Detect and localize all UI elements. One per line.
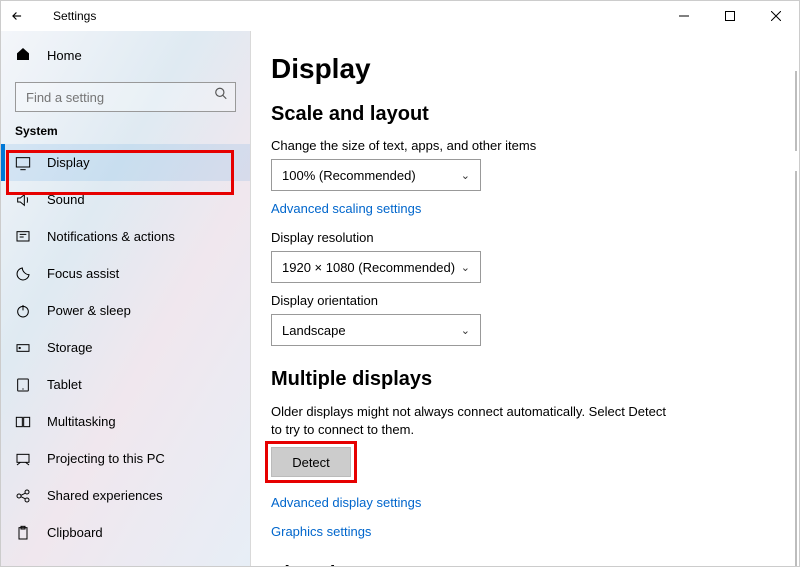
resolution-label: Display resolution bbox=[271, 230, 799, 245]
scale-combobox[interactable]: 100% (Recommended) ⌄ bbox=[271, 159, 481, 191]
sidebar-item-label: Multitasking bbox=[47, 414, 116, 429]
content: Display Scale and layout Change the size… bbox=[251, 31, 799, 566]
sidebar-item-label: Tablet bbox=[47, 377, 82, 392]
sidebar-item-label: Display bbox=[47, 155, 90, 170]
sidebar: Home System Display Sound bbox=[1, 31, 251, 566]
maximize-button[interactable] bbox=[707, 1, 753, 31]
settings-window: Settings Home System bbox=[0, 0, 800, 567]
sidebar-item-focus-assist[interactable]: Focus assist bbox=[1, 255, 250, 292]
sidebar-item-display[interactable]: Display bbox=[1, 144, 250, 181]
back-button[interactable] bbox=[1, 9, 33, 23]
sidebar-item-shared-experiences[interactable]: Shared experiences bbox=[1, 477, 250, 514]
sidebar-item-label: Shared experiences bbox=[47, 488, 163, 503]
sidebar-item-multitasking[interactable]: Multitasking bbox=[1, 403, 250, 440]
section-multiple-displays: Multiple displays bbox=[271, 368, 799, 391]
sidebar-item-sound[interactable]: Sound bbox=[1, 181, 250, 218]
sidebar-category: System bbox=[1, 116, 250, 144]
detect-button-label: Detect bbox=[292, 455, 330, 470]
section-sleep-better: Sleep better bbox=[271, 563, 799, 566]
sidebar-item-label: Projecting to this PC bbox=[47, 451, 165, 466]
sidebar-item-storage[interactable]: Storage bbox=[1, 329, 250, 366]
titlebar: Settings bbox=[1, 1, 799, 31]
home-icon bbox=[15, 46, 31, 65]
section-scale-layout: Scale and layout bbox=[271, 103, 799, 126]
sidebar-item-label: Notifications & actions bbox=[47, 229, 175, 244]
sound-icon bbox=[15, 192, 31, 208]
sidebar-item-label: Power & sleep bbox=[47, 303, 131, 318]
chevron-down-icon: ⌄ bbox=[461, 169, 470, 182]
notifications-icon bbox=[15, 229, 31, 245]
graphics-settings-link[interactable]: Graphics settings bbox=[271, 524, 371, 539]
search-icon bbox=[214, 87, 228, 104]
scrollbar-segment[interactable] bbox=[795, 171, 797, 566]
orientation-combobox[interactable]: Landscape ⌄ bbox=[271, 314, 481, 346]
advanced-display-link[interactable]: Advanced display settings bbox=[271, 495, 421, 510]
sidebar-item-label: Storage bbox=[47, 340, 93, 355]
multitasking-icon bbox=[15, 414, 31, 430]
scale-value: 100% (Recommended) bbox=[282, 168, 416, 183]
advanced-scaling-link[interactable]: Advanced scaling settings bbox=[271, 201, 421, 216]
resolution-combobox[interactable]: 1920 × 1080 (Recommended) ⌄ bbox=[271, 251, 481, 283]
page-title: Display bbox=[271, 53, 799, 85]
minimize-button[interactable] bbox=[661, 1, 707, 31]
clipboard-icon bbox=[15, 525, 31, 541]
detect-button[interactable]: Detect bbox=[271, 447, 351, 477]
search-input[interactable] bbox=[15, 82, 236, 112]
chevron-down-icon: ⌄ bbox=[461, 261, 470, 274]
sidebar-item-notifications[interactable]: Notifications & actions bbox=[1, 218, 250, 255]
multiple-displays-desc: Older displays might not always connect … bbox=[271, 403, 671, 439]
chevron-down-icon: ⌄ bbox=[461, 324, 470, 337]
sidebar-home-label: Home bbox=[47, 48, 82, 63]
sidebar-item-tablet[interactable]: Tablet bbox=[1, 366, 250, 403]
display-icon bbox=[15, 155, 31, 171]
storage-icon bbox=[15, 340, 31, 356]
sidebar-item-projecting[interactable]: Projecting to this PC bbox=[1, 440, 250, 477]
power-icon bbox=[15, 303, 31, 319]
sidebar-item-clipboard[interactable]: Clipboard bbox=[1, 514, 250, 551]
focus-assist-icon bbox=[15, 266, 31, 282]
tablet-icon bbox=[15, 377, 31, 393]
sidebar-item-label: Focus assist bbox=[47, 266, 119, 281]
sidebar-item-power-sleep[interactable]: Power & sleep bbox=[1, 292, 250, 329]
close-button[interactable] bbox=[753, 1, 799, 31]
window-title: Settings bbox=[53, 9, 96, 23]
orientation-value: Landscape bbox=[282, 323, 346, 338]
sidebar-item-label: Clipboard bbox=[47, 525, 103, 540]
sidebar-home[interactable]: Home bbox=[1, 37, 250, 74]
sidebar-nav: Display Sound Notifications & actions Fo… bbox=[1, 144, 250, 566]
search-row bbox=[1, 74, 250, 116]
scrollbar-segment[interactable] bbox=[795, 71, 797, 151]
projecting-icon bbox=[15, 451, 31, 467]
orientation-label: Display orientation bbox=[271, 293, 799, 308]
shared-icon bbox=[15, 488, 31, 504]
resolution-value: 1920 × 1080 (Recommended) bbox=[282, 260, 455, 275]
scale-label: Change the size of text, apps, and other… bbox=[271, 138, 799, 153]
sidebar-item-label: Sound bbox=[47, 192, 85, 207]
